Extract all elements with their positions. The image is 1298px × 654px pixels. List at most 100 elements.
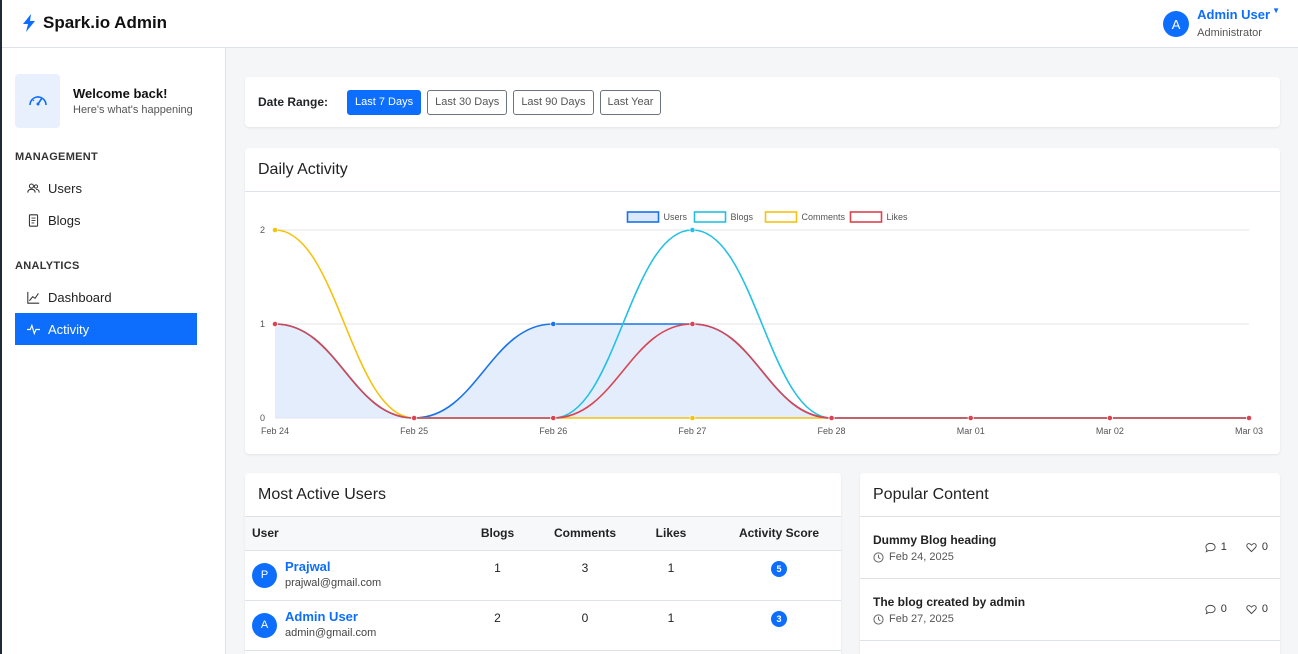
content-date: Feb 24, 2025: [873, 551, 954, 563]
content-stats: 1 0: [1205, 541, 1268, 553]
range-last-year-button[interactable]: Last Year: [599, 89, 662, 115]
user-menu[interactable]: A Admin User ▼ Administrator: [1163, 6, 1280, 41]
range-90-days-button[interactable]: Last 90 Days: [513, 89, 594, 115]
clock-icon: [873, 613, 884, 625]
legend-label: Likes: [887, 212, 909, 222]
column-header: Activity Score: [738, 526, 820, 541]
column-header: User: [252, 526, 279, 541]
list-item[interactable]: Dummy Blog heading Feb 24, 2025 1 0: [860, 517, 1280, 579]
comments-count: 0: [1220, 603, 1227, 615]
sidebar-item-blogs[interactable]: Blogs: [15, 204, 197, 236]
column-header: Comments: [553, 526, 616, 541]
avatar: P: [252, 562, 277, 588]
section-management: MANAGEMENT: [15, 151, 99, 163]
table-row: P Prajwal prajwal@gmail.com 1 3 1 5: [245, 550, 841, 600]
user-email: prajwal@gmail.com: [285, 576, 382, 589]
user-email: admin@gmail.com: [285, 626, 377, 639]
speedometer-icon: [15, 74, 60, 128]
comments-count: 1: [1220, 541, 1227, 553]
legend-label: Blogs: [731, 212, 754, 222]
heart-icon: [1246, 542, 1257, 552]
date-range-label: Date Range:: [258, 95, 329, 109]
card-title: Popular Content: [860, 473, 1280, 517]
data-point: [689, 415, 696, 421]
clock-icon: [873, 551, 884, 563]
x-tick-label: Feb 28: [818, 426, 846, 436]
legend-label: Users: [664, 212, 688, 222]
top-navbar: Spark.io Admin A Admin User ▼ Administrat…: [0, 0, 1298, 48]
comment-icon: [1205, 604, 1216, 615]
lightning-icon: [23, 14, 35, 32]
x-tick-label: Mar 03: [1235, 426, 1263, 436]
sidebar-item-label: Users: [48, 180, 82, 196]
range-7-days-button[interactable]: Last 7 Days: [347, 89, 422, 115]
likes-count: 0: [1261, 603, 1268, 615]
date-text: Feb 27, 2025: [889, 613, 954, 625]
x-tick-label: Feb 24: [261, 426, 289, 436]
table-header-row: User Blogs Comments Likes Activity Score: [245, 517, 841, 550]
welcome-title: Welcome back!: [73, 86, 168, 101]
activity-score: 5: [717, 550, 841, 600]
comments-count: 0: [581, 610, 589, 625]
heart-icon: [1246, 604, 1257, 614]
brand-name: Spark.io Admin: [43, 13, 168, 32]
content-date: Feb 27, 2025: [873, 613, 954, 625]
section-analytics: ANALYTICS: [15, 260, 80, 272]
x-tick-label: Feb 25: [400, 426, 428, 436]
most-active-users-card: Most Active Users User Blogs Comments Li…: [245, 473, 841, 654]
window-edge: [0, 0, 2, 654]
content-stats: 0 0: [1205, 603, 1268, 615]
data-point: [550, 321, 557, 327]
user-role: Administrator: [1197, 27, 1262, 39]
likes-count: 0: [1261, 541, 1268, 553]
blogs-count: 1: [494, 560, 501, 575]
activity-score: 3: [717, 600, 841, 650]
sidebar-item-users[interactable]: Users: [15, 172, 197, 204]
daily-activity-card: Daily Activity 0 1 2 Feb 24 Feb 25 Feb 26 Feb …: [245, 148, 1280, 454]
user-name-link[interactable]: Prajwal: [285, 559, 381, 574]
data-point: [1106, 415, 1113, 421]
brand[interactable]: Spark.io Admin: [22, 13, 167, 33]
comment-icon: [1205, 542, 1216, 553]
avatar: A: [252, 612, 277, 638]
data-point: [689, 227, 696, 233]
blogs-count: 2: [494, 610, 501, 625]
avatar: A: [1163, 11, 1190, 37]
data-point: [411, 415, 418, 421]
legend-label: Comments: [802, 212, 846, 222]
active-users-table: User Blogs Comments Likes Activity Score…: [245, 517, 841, 651]
score-badge: 5: [771, 560, 787, 577]
sidebar-item-label: Blogs: [48, 212, 81, 228]
data-point: [272, 227, 278, 233]
date-range-bar: Date Range: Last 7 Days Last 30 Days Las…: [245, 77, 1280, 127]
user-cell: A Admin User admin@gmail.com: [245, 600, 450, 650]
sidebar-item-activity[interactable]: Activity: [15, 313, 197, 345]
pulse-icon: [27, 323, 40, 335]
table-row: A Admin User admin@gmail.com 2 0 1 3: [245, 600, 841, 650]
x-tick-label: Mar 01: [957, 426, 985, 436]
x-tick-label: Feb 27: [678, 426, 706, 436]
column-header: Likes: [655, 526, 687, 541]
caret-down-icon: ▼: [1272, 6, 1280, 15]
user-name: Admin User ▼: [1197, 6, 1280, 22]
range-30-days-button[interactable]: Last 30 Days: [427, 89, 508, 115]
welcome-panel: Welcome back! Here's what's happening: [15, 74, 193, 128]
date-text: Feb 24, 2025: [889, 551, 954, 563]
legend-swatch: [626, 211, 660, 223]
x-tick-label: Mar 02: [1096, 426, 1124, 436]
sidebar: Welcome back! Here's what's happening MA…: [0, 48, 226, 654]
content-title: Dummy Blog heading: [873, 533, 997, 547]
list-item[interactable]: The blog created by admin Feb 27, 2025 0…: [860, 579, 1280, 641]
legend-swatch: [693, 211, 727, 223]
sidebar-item-dashboard[interactable]: Dashboard: [15, 281, 197, 313]
popular-content-card: Popular Content Dummy Blog heading Feb 2…: [860, 473, 1280, 654]
user-cell: P Prajwal prajwal@gmail.com: [245, 550, 450, 600]
user-name-link[interactable]: Admin User: [285, 609, 376, 624]
data-point: [828, 415, 835, 421]
daily-activity-chart: 0 1 2 Feb 24 Feb 25 Feb 26 Feb 27 Feb 28 Mar 01 M…: [260, 211, 1263, 436]
likes-count: 1: [667, 610, 675, 625]
y-tick-label: 2: [260, 225, 265, 235]
data-point: [1246, 415, 1252, 421]
likes-count: 1: [667, 560, 675, 575]
content-title: The blog created by admin: [873, 595, 1026, 609]
